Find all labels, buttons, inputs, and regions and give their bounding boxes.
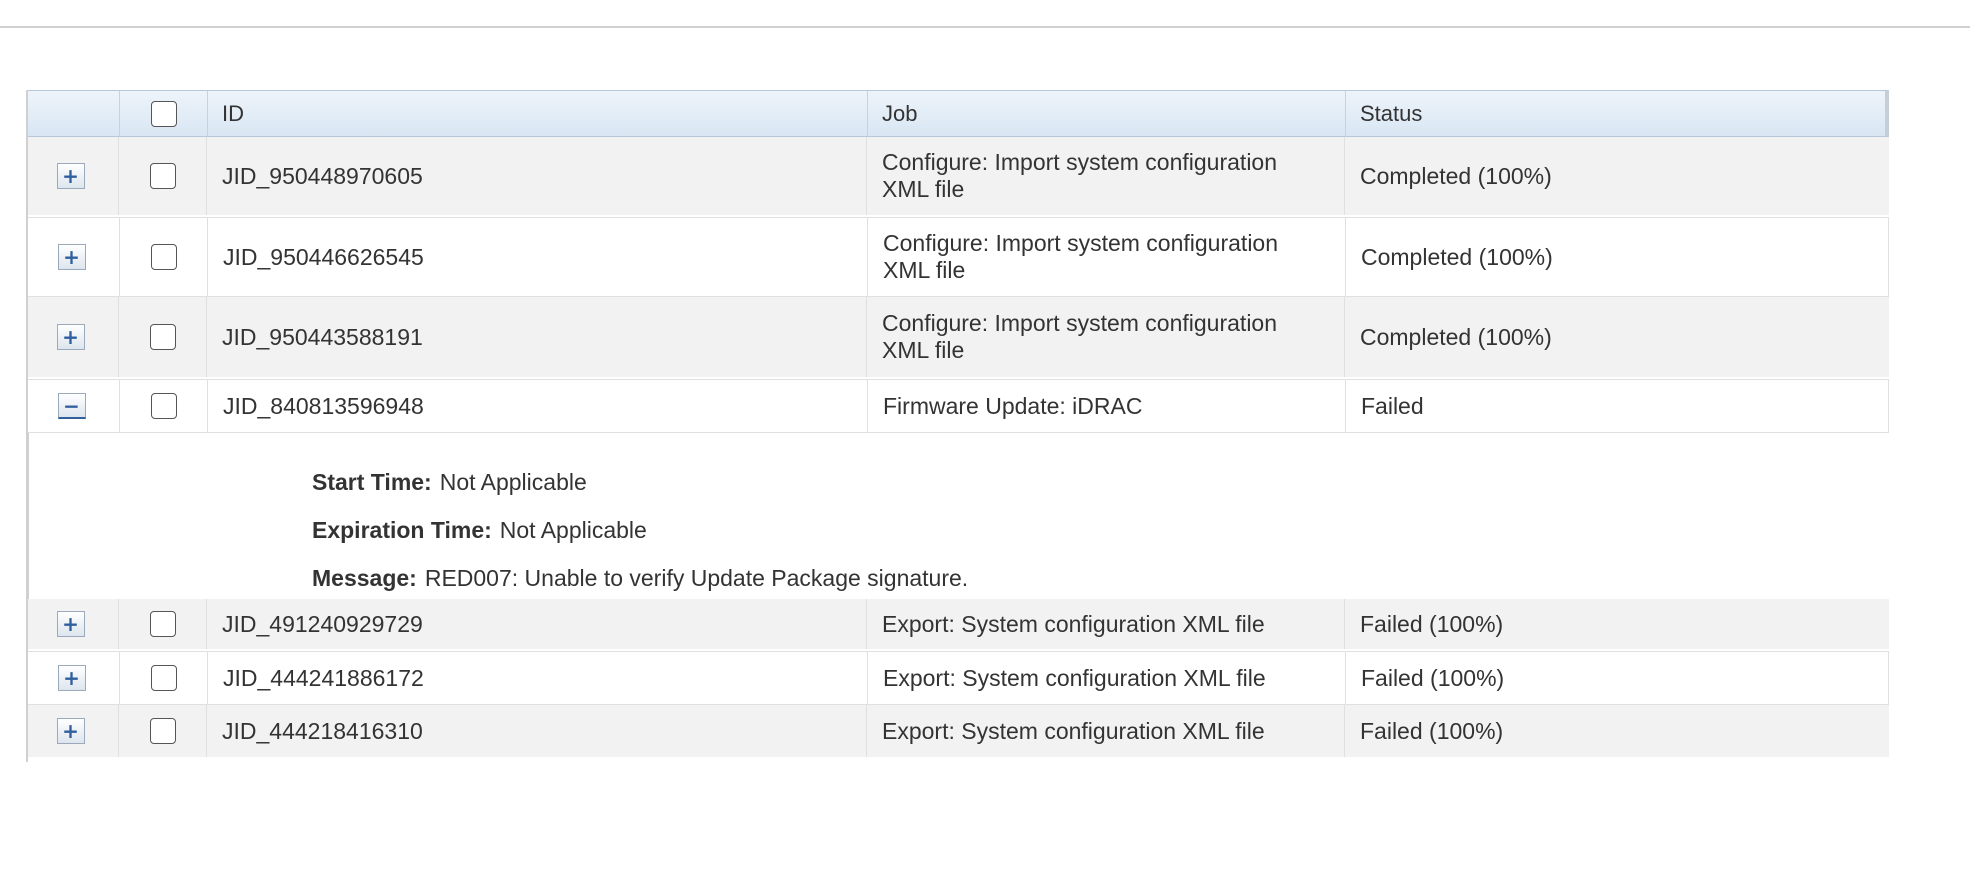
header-status[interactable]: Status [1346, 91, 1881, 136]
row-checkbox[interactable] [149, 611, 176, 637]
detail-start-time: Start Time: Not Applicable [312, 469, 587, 496]
message-label: Message: [312, 565, 417, 591]
expiration-time-label: Expiration Time: [312, 517, 492, 543]
header-expand-col [28, 91, 120, 136]
start-time-value: Not Applicable [439, 469, 587, 495]
table-row-expanded[interactable]: − JID_840813596948 Firmware Update: iDRA… [27, 379, 1889, 433]
jobs-table: ID Job Status + JID_950448970605 Configu… [27, 90, 1889, 759]
job-id: JID_950446626545 [208, 218, 868, 296]
table-row[interactable]: + JID_950448970605 Configure: Import sys… [27, 137, 1889, 217]
table-row[interactable]: + JID_444241886172 Export: System config… [27, 651, 1889, 705]
collapse-minus-icon[interactable]: − [57, 393, 86, 419]
expand-plus-icon[interactable]: + [56, 324, 85, 350]
row-checkbox[interactable] [150, 393, 177, 419]
header-id[interactable]: ID [208, 91, 868, 136]
table-header: ID Job Status [27, 90, 1889, 137]
header-job[interactable]: Job [868, 91, 1346, 136]
job-name: Configure: Import system configuration X… [867, 297, 1345, 377]
table-row[interactable]: + JID_950443588191 Configure: Import sys… [27, 297, 1889, 379]
job-name: Configure: Import system configuration X… [868, 218, 1346, 296]
job-status: Failed [1361, 392, 1424, 419]
detail-expiration-time: Expiration Time: Not Applicable [312, 517, 647, 544]
message-value: RED007: Unable to verify Update Package … [424, 565, 969, 591]
detail-message: Message: RED007: Unable to verify Update … [312, 565, 968, 592]
table-row[interactable]: + JID_950446626545 Configure: Import sys… [27, 217, 1889, 297]
select-all-checkbox[interactable] [150, 100, 177, 127]
row-checkbox[interactable] [149, 163, 176, 189]
expiration-time-value: Not Applicable [499, 517, 647, 543]
expand-plus-icon[interactable]: + [56, 718, 85, 744]
job-id: JID_491240929729 [207, 599, 867, 649]
row-checkbox[interactable] [149, 718, 176, 744]
job-id: JID_950443588191 [207, 297, 867, 377]
start-time-label: Start Time: [312, 469, 432, 495]
table-row[interactable]: + JID_444218416310 Export: System config… [27, 705, 1889, 759]
job-id: JID_950448970605 [207, 137, 867, 215]
table-left-border [26, 90, 28, 762]
job-detail-panel: Start Time: Not Applicable Expiration Tim… [27, 433, 1889, 599]
job-name: Firmware Update: iDRAC [868, 380, 1346, 432]
job-name: Configure: Import system configuration X… [867, 137, 1345, 215]
job-status: Completed (100%) [1361, 243, 1553, 270]
job-name: Export: System configuration XML file [867, 705, 1345, 757]
row-checkbox[interactable] [150, 665, 177, 691]
top-divider [0, 26, 1970, 28]
job-id: JID_444241886172 [208, 652, 868, 704]
expand-plus-icon[interactable]: + [56, 163, 85, 189]
expand-plus-icon[interactable]: + [57, 244, 86, 270]
table-row[interactable]: + JID_491240929729 Export: System config… [27, 599, 1889, 651]
job-id: JID_444218416310 [207, 705, 867, 757]
job-name: Export: System configuration XML file [867, 599, 1345, 649]
job-status: Failed (100%) [1361, 664, 1505, 691]
job-id: JID_840813596948 [208, 380, 868, 432]
row-checkbox[interactable] [149, 324, 176, 350]
job-name: Export: System configuration XML file [868, 652, 1346, 704]
expand-plus-icon[interactable]: + [56, 611, 85, 637]
job-status: Failed (100%) [1360, 717, 1504, 744]
header-select-all [120, 91, 208, 136]
job-status: Completed (100%) [1360, 323, 1552, 350]
job-status: Failed (100%) [1360, 610, 1504, 637]
job-status: Completed (100%) [1360, 162, 1552, 189]
row-checkbox[interactable] [150, 244, 177, 270]
expand-plus-icon[interactable]: + [57, 665, 86, 691]
